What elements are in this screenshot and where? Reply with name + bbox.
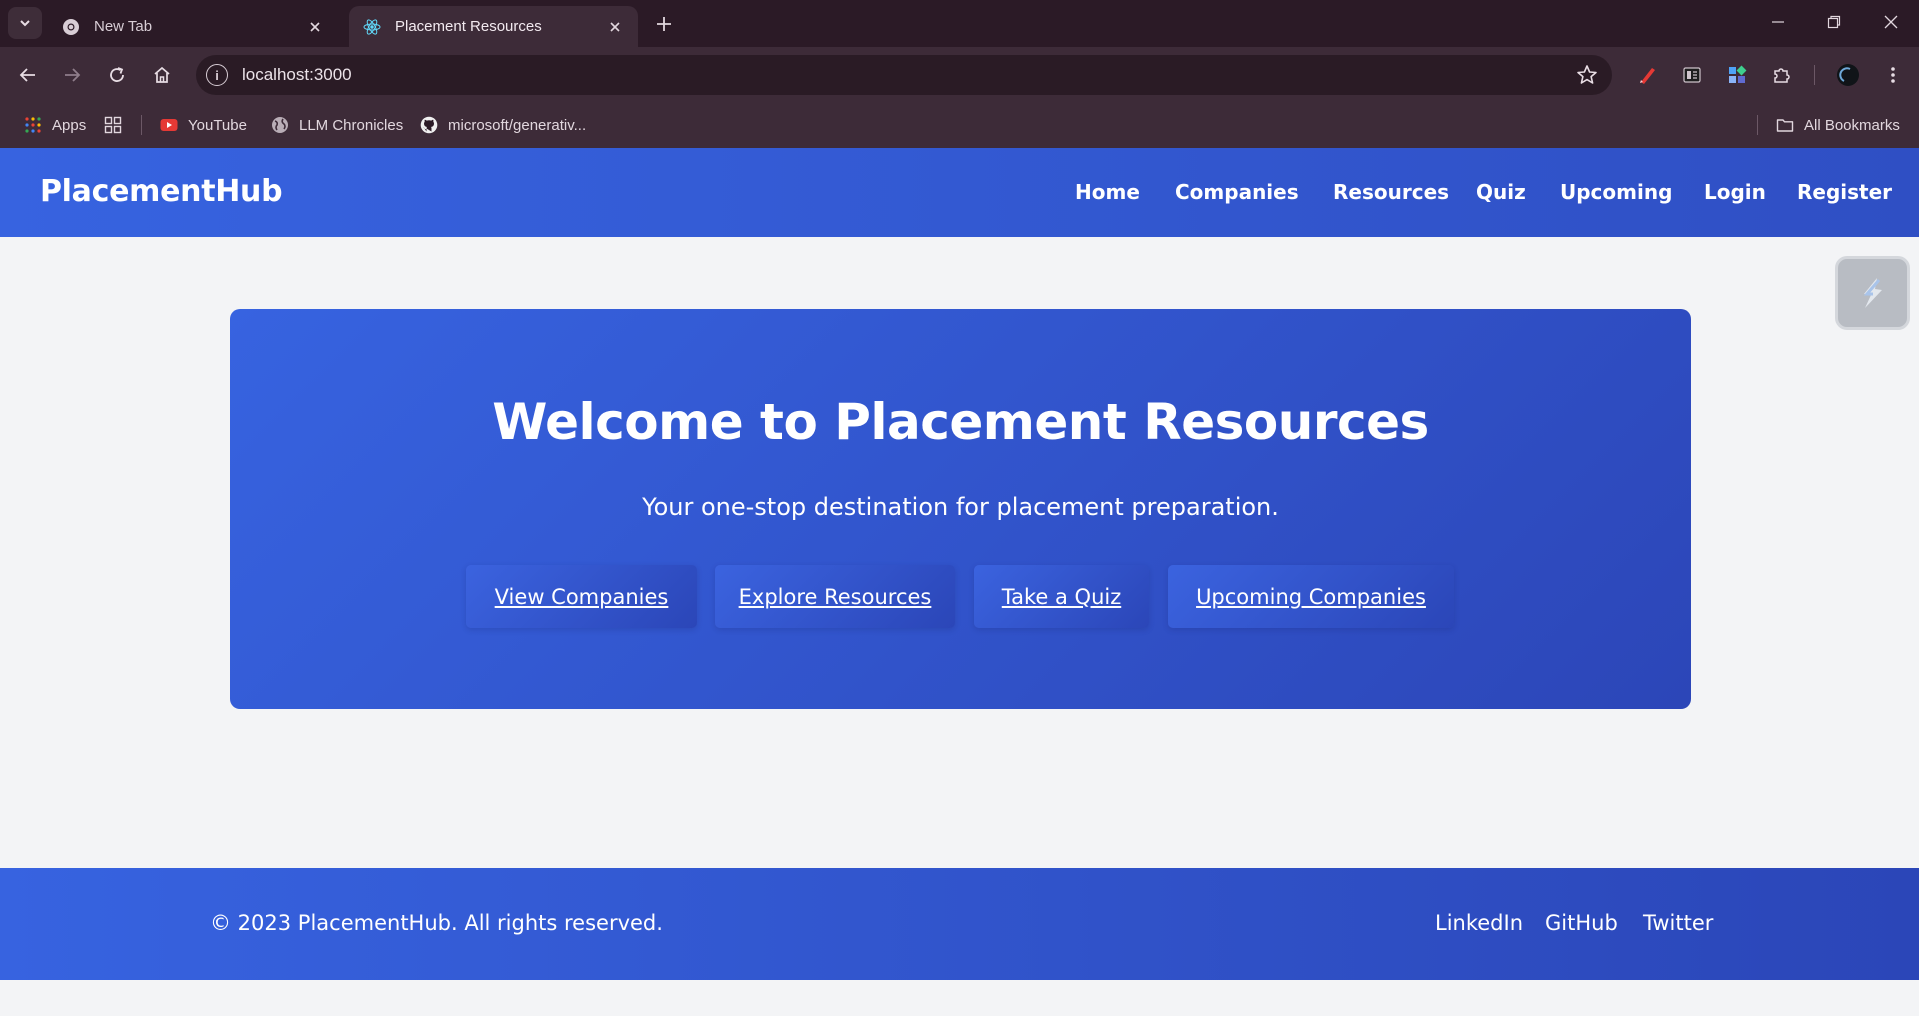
explore-resources-button[interactable]: Explore Resources [715,565,955,628]
tab-title: Placement Resources [395,18,542,35]
bookmark-github-repo[interactable]: microsoft/generativ... [420,113,586,137]
footer-link-linkedin[interactable]: LinkedIn [1435,911,1523,935]
browser-toolbar: i localhost:3000 [0,47,1919,102]
floating-assistant-button[interactable] [1835,256,1910,330]
home-icon [154,66,170,83]
bookmarks-bar: Apps YouTube LLM Chronicles microsoft/ge… [0,102,1919,148]
pen-extension-icon[interactable] [1632,60,1662,90]
footer-link-github[interactable]: GitHub [1545,911,1618,935]
nav-register[interactable]: Register [1797,180,1892,204]
all-bookmarks-button[interactable]: All Bookmarks [1776,113,1900,137]
take-quiz-button[interactable]: Take a Quiz [974,565,1149,628]
bookmark-label: All Bookmarks [1804,116,1900,134]
reader-extension-icon[interactable] [1677,60,1707,90]
site-footer: © 2023 PlacementHub. All rights reserved… [0,868,1919,980]
hero-subtitle: Your one-stop destination for placement … [642,493,1279,521]
tab-placement-resources[interactable]: Placement Resources [349,6,638,47]
restore-icon [1827,15,1841,29]
bookmark-divider [141,115,142,135]
nav-quiz[interactable]: Quiz [1476,180,1526,204]
nav-companies[interactable]: Companies [1175,180,1299,204]
tab-groups-icon [104,116,122,134]
web-page: PlacementHub Home Companies Resources Qu… [0,148,1919,1016]
bookmark-youtube[interactable]: YouTube [160,113,247,137]
lightning-icon [1863,278,1882,308]
close-icon [1884,15,1898,29]
site-logo[interactable]: PlacementHub [40,174,283,209]
nav-upcoming[interactable]: Upcoming [1560,180,1672,204]
reload-button[interactable] [102,60,132,90]
tab-title: New Tab [94,18,153,35]
site-info-icon[interactable]: i [206,64,228,86]
window-close-button[interactable] [1877,10,1905,34]
arrow-right-icon [65,68,81,82]
close-icon[interactable] [606,18,624,36]
arrow-left-icon [19,68,35,82]
hero-section: Welcome to Placement Resources Your one-… [230,309,1691,709]
back-button[interactable] [13,60,43,90]
globe-icon [272,117,288,133]
footer-link-twitter[interactable]: Twitter [1643,911,1713,935]
address-bar[interactable]: i localhost:3000 [196,55,1612,95]
github-icon [420,116,438,134]
tab-search-button[interactable] [8,7,42,39]
react-icon [363,18,381,35]
upcoming-companies-button[interactable]: Upcoming Companies [1168,565,1454,628]
browser-tab-strip: New Tab Placement Resources [0,0,1919,47]
chrome-icon [63,18,79,35]
nav-home[interactable]: Home [1075,180,1140,204]
folder-icon [1776,119,1794,132]
bookmark-label: microsoft/generativ... [448,116,587,134]
nav-login[interactable]: Login [1704,180,1766,204]
nav-resources[interactable]: Resources [1333,180,1449,204]
minimize-button[interactable] [1764,10,1792,34]
bookmark-label: LLM Chronicles [299,116,404,134]
bookmark-llm-chronicles[interactable]: LLM Chronicles [271,113,403,137]
close-icon[interactable] [306,18,324,36]
new-tab-button[interactable] [652,12,676,36]
profile-avatar[interactable] [1833,60,1863,90]
minimize-icon [1772,21,1784,23]
bookmark-divider [1757,115,1758,135]
apps-grid-icon [25,117,41,133]
copyright-text: © 2023 PlacementHub. All rights reserved… [210,911,663,935]
site-navbar: PlacementHub Home Companies Resources Qu… [0,148,1919,237]
home-button[interactable] [147,60,177,90]
plus-icon [657,17,671,31]
bookmark-apps[interactable]: Apps [24,113,86,137]
hero-title: Welcome to Placement Resources [492,393,1429,451]
more-menu-icon[interactable] [1878,60,1908,90]
chevron-down-icon [20,20,30,27]
youtube-icon [160,119,178,131]
star-icon[interactable] [1576,64,1598,86]
extensions-puzzle-icon[interactable] [1767,60,1797,90]
grid-extension-icon[interactable] [1722,60,1752,90]
reload-icon [110,67,124,82]
bookmark-label: YouTube [188,116,247,134]
forward-button[interactable] [57,60,87,90]
restore-button[interactable] [1820,10,1848,34]
view-companies-button[interactable]: View Companies [466,565,697,628]
toolbar-divider [1814,65,1815,85]
bookmark-label: Apps [52,116,87,134]
url-text[interactable]: localhost:3000 [242,65,352,85]
bookmark-tab-groups[interactable] [104,113,132,137]
tab-new-tab[interactable]: New Tab [48,6,338,47]
